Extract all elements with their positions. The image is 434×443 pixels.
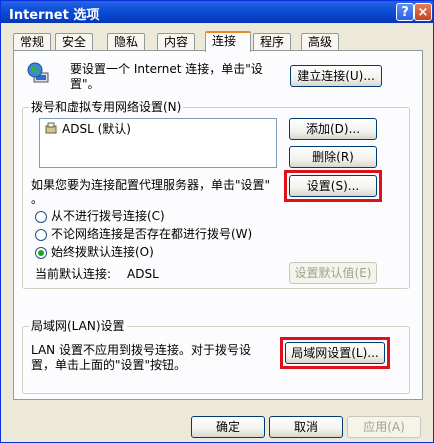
help-button[interactable]: ? [396, 3, 414, 21]
tab-content[interactable]: 内容 [157, 33, 195, 51]
dialup-vpn-group: 拨号和虚拟专用网络设置(N) ADSL (默认) 添加(D)... 删除(R) … [22, 100, 410, 289]
lan-settings-group: 局域网(LAN)设置 LAN 设置不应用到拨号连接。对于拨号设 置，单击上面的"… [22, 319, 410, 394]
radio-always-dial-default[interactable] [35, 247, 47, 259]
network-globe-icon [27, 62, 49, 83]
tab-advanced[interactable]: 高级 [301, 33, 339, 51]
title-bar: Internet 选项 ? × [1, 1, 433, 23]
tab-programs[interactable]: 程序 [253, 33, 291, 51]
radio-never-dial[interactable] [35, 211, 47, 223]
radio-dial-when-no-network[interactable] [35, 229, 47, 241]
lan-info-text-line2: 置，单击上面的"设置"按钮。 [31, 358, 187, 372]
tab-connections[interactable]: 连接 [205, 31, 251, 52]
lan-settings-highlight-box [280, 337, 390, 369]
proxy-instruction-text-end: 。 [31, 192, 44, 206]
settings-highlight-box [284, 170, 382, 202]
set-default-button[interactable]: 设置默认值(E) [289, 262, 377, 284]
radio-never-dial-label[interactable]: 从不进行拨号连接(C) [51, 209, 165, 224]
setup-connection-button[interactable]: 建立连接(U)... [290, 65, 382, 87]
setup-text-line1: 要设置一个 Internet 连接，单击"设 [70, 62, 263, 76]
current-default-label: 当前默认连接: [35, 267, 112, 281]
internet-options-window: Internet 选项 ? × 常规 安全 隐私 内容 连接 程序 高级 要设置… [0, 0, 434, 443]
connection-icon [45, 122, 57, 134]
ok-button[interactable]: 确定 [191, 416, 265, 438]
tab-security[interactable]: 安全 [55, 33, 93, 51]
setup-text-line2: 置"。 [70, 77, 100, 91]
current-default-value: ADSL [127, 267, 159, 281]
window-title: Internet 选项 [9, 8, 100, 23]
tab-privacy[interactable]: 隐私 [107, 33, 145, 51]
lan-info-text-line1: LAN 设置不应用到拨号连接。对于拨号设 [31, 343, 251, 357]
cancel-button[interactable]: 取消 [269, 416, 343, 438]
connections-panel: 要设置一个 Internet 连接，单击"设 置"。 建立连接(U)... 拨号… [13, 50, 423, 400]
proxy-instruction-text: 如果您要为连接配置代理服务器，单击"设置" [31, 178, 271, 192]
connection-name: ADSL (默认) [62, 122, 131, 136]
close-button[interactable]: × [414, 3, 432, 21]
delete-connection-button[interactable]: 删除(R) [289, 146, 377, 168]
connection-listbox[interactable]: ADSL (默认) [39, 118, 277, 168]
apply-button[interactable]: 应用(A) [347, 416, 421, 438]
dialup-group-label: 拨号和虚拟专用网络设置(N) [29, 100, 184, 114]
add-connection-button[interactable]: 添加(D)... [289, 118, 377, 140]
tab-general[interactable]: 常规 [13, 33, 51, 51]
radio-always-dial-default-label[interactable]: 始终拨默认连接(O) [51, 245, 154, 260]
lan-group-label: 局域网(LAN)设置 [29, 319, 127, 333]
radio-dial-when-no-network-label[interactable]: 不论网络连接是否存在都进行拨号(W) [51, 227, 252, 242]
